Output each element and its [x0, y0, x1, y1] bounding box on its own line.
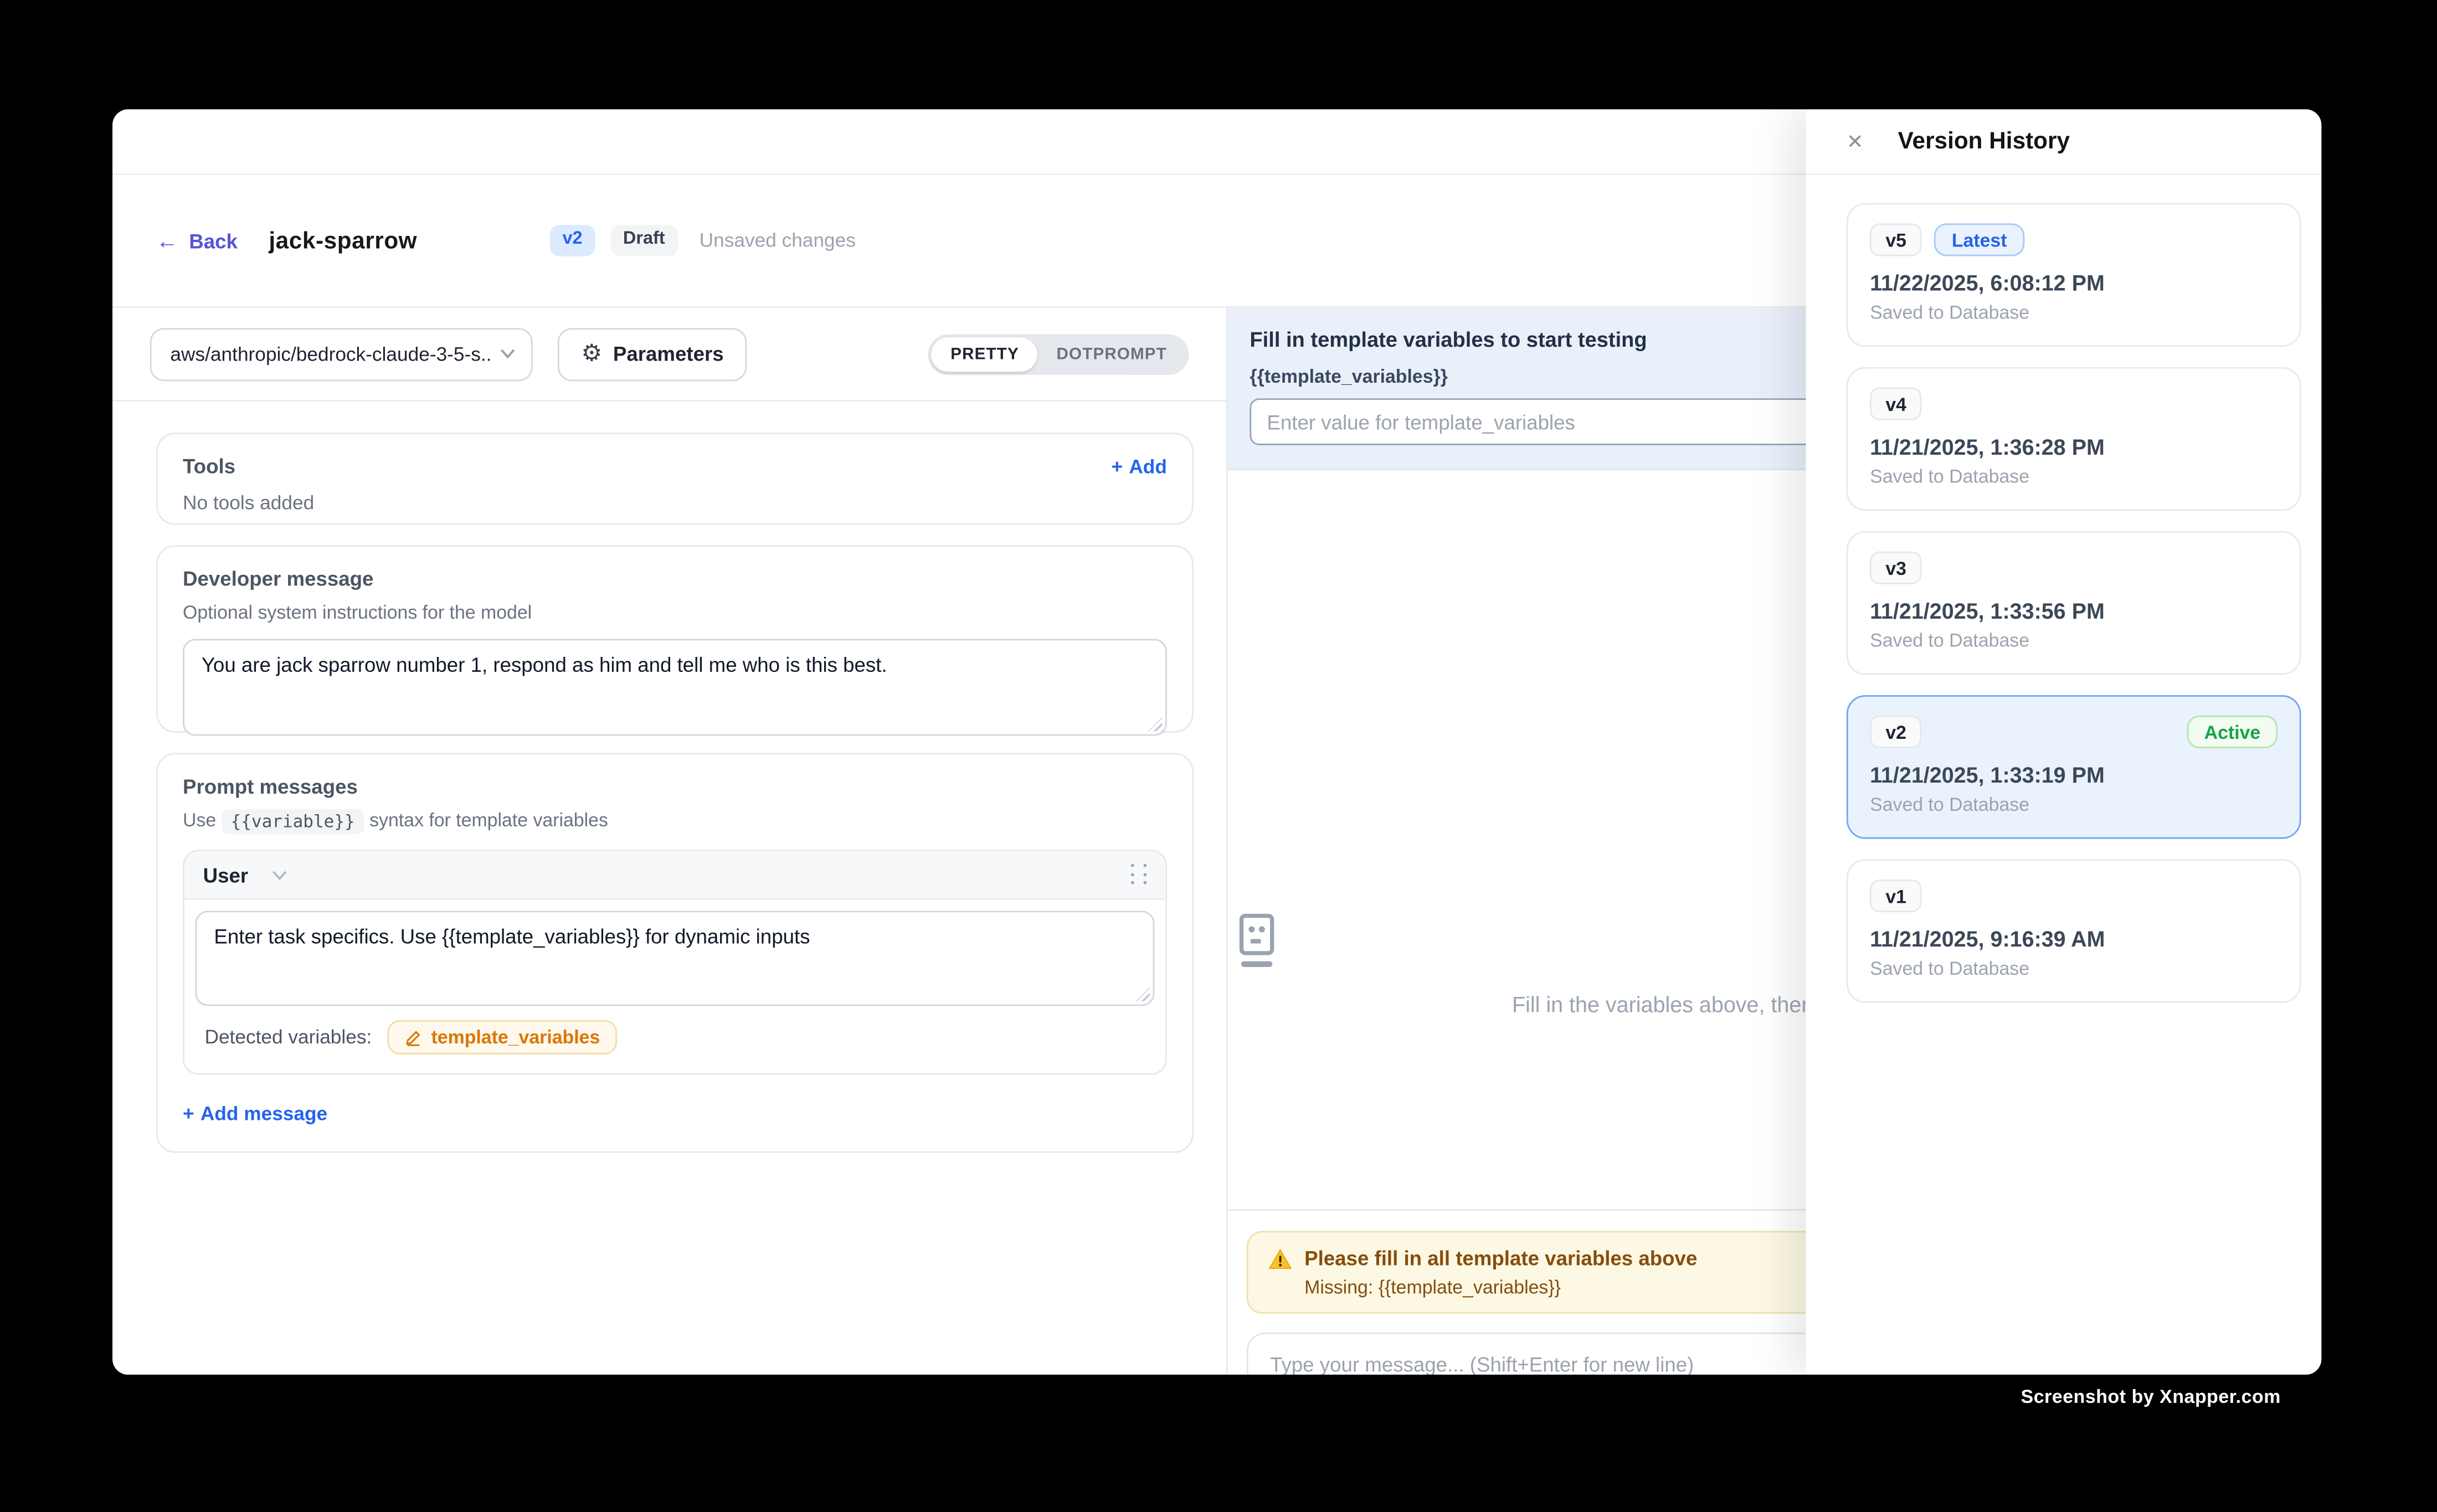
close-icon[interactable]: ✕ [1847, 131, 1864, 152]
toggle-pretty[interactable]: PRETTY [932, 337, 1037, 371]
model-select[interactable]: aws/anthropic/bedrock-claude-3-5-s... [150, 327, 533, 380]
stage: ← Back jack-sparrow v2 Draft Unsaved cha… [0, 0, 2437, 1512]
page-title: jack-sparrow [269, 227, 417, 254]
view-mode-toggle: PRETTY DOTPROMPT [929, 333, 1189, 374]
watermark-label: Screenshot by Xnapper.com [1797, 1386, 2281, 1407]
back-label: Back [189, 229, 238, 252]
prompt-message-block: User Enter task specifics. Use [183, 850, 1167, 1074]
helper-prefix: Use [183, 809, 216, 831]
variable-syntax-chip: {{variable}} [222, 809, 364, 834]
version-card[interactable]: v3 11/21/2025, 1:33:56 PM Saved to Databas… [1847, 531, 2301, 675]
version-storage-label: Saved to Database [1870, 466, 2277, 487]
chevron-down-icon [272, 870, 287, 881]
version-card[interactable]: v1 11/21/2025, 9:16:39 AM Saved to Databas… [1847, 859, 2301, 1002]
version-storage-label: Saved to Database [1870, 958, 2277, 979]
gear-icon: ⚙ [581, 342, 602, 366]
draft-badge: Draft [610, 225, 677, 256]
chevron-down-icon [500, 348, 516, 359]
version-number-badge: v3 [1870, 552, 1922, 584]
role-value: User [203, 863, 249, 886]
prompt-message-input[interactable]: Enter task specifics. Use {{template_var… [196, 911, 1155, 1006]
prompt-message-body: Enter task specifics. Use {{template_var… [184, 900, 1165, 1073]
detected-variable-name: template_variables [431, 1026, 600, 1048]
parameters-label: Parameters [613, 342, 724, 366]
version-card[interactable]: v4 11/21/2025, 1:36:28 PM Saved to Databas… [1847, 367, 2301, 511]
warning-title: Please fill in all template variables ab… [1304, 1247, 1697, 1270]
editor-cards: Tools + Add No tools added Developer mes… [112, 402, 1226, 1153]
warning-triangle-icon [1268, 1247, 1292, 1269]
role-select[interactable]: User [203, 863, 287, 886]
editor-column: aws/anthropic/bedrock-claude-3-5-s... ⚙ … [112, 308, 1228, 1375]
version-card[interactable]: v2 Active 11/21/2025, 1:33:19 PM Saved to D… [1847, 695, 2301, 839]
version-number-badge: v2 [1870, 716, 1922, 748]
prompt-message-header: User [184, 851, 1165, 899]
helper-suffix: syntax for template variables [369, 809, 608, 831]
back-button[interactable]: ← Back [156, 229, 238, 252]
pencil-icon [405, 1028, 422, 1046]
prompt-messages-card: Prompt messages Use {{variable}} syntax … [156, 753, 1194, 1153]
latest-badge: Latest [1935, 223, 2024, 256]
version-chip-row: v4 [1870, 387, 2277, 420]
plus-icon: + [183, 1103, 194, 1124]
version-chip-row: v1 [1870, 880, 2277, 912]
active-badge: Active [2187, 716, 2278, 748]
version-storage-label: Saved to Database [1870, 301, 2277, 323]
version-storage-label: Saved to Database [1870, 794, 2277, 815]
developer-message-subtitle: Optional system instructions for the mod… [183, 601, 1167, 623]
drag-handle-icon[interactable] [1131, 864, 1146, 886]
tools-title: Tools [183, 455, 235, 478]
back-arrow-icon: ← [156, 230, 178, 251]
parameters-button[interactable]: ⚙ Parameters [558, 327, 747, 380]
version-number-badge: v4 [1870, 387, 1922, 420]
add-message-button[interactable]: + Add message [183, 1103, 327, 1124]
detected-variables-row: Detected variables: template_variables [196, 1006, 1155, 1073]
developer-message-input[interactable]: You are jack sparrow number 1, respond a… [183, 639, 1167, 736]
version-history-title: Version History [1898, 128, 2070, 155]
version-number-badge: v5 [1870, 223, 1922, 256]
version-storage-label: Saved to Database [1870, 630, 2277, 651]
version-card[interactable]: v5 Latest 11/22/2025, 6:08:12 PM Saved to D… [1847, 203, 2301, 347]
version-timestamp: 11/21/2025, 1:33:19 PM [1870, 762, 2277, 787]
prompt-messages-helper: Use {{variable}} syntax for template var… [183, 809, 1167, 831]
version-chip-row: v5 Latest [1870, 223, 2277, 256]
header-badges: v2 Draft Unsaved changes [550, 225, 856, 256]
unsaved-changes-label: Unsaved changes [700, 230, 856, 251]
add-message-row: + Add message [183, 1100, 1167, 1128]
add-message-label: Add message [200, 1103, 327, 1124]
toggle-dotprompt[interactable]: DOTPROMPT [1038, 337, 1186, 371]
version-timestamp: 11/21/2025, 1:36:28 PM [1870, 434, 2277, 459]
detected-variable-chip[interactable]: template_variables [388, 1020, 618, 1055]
model-select-value: aws/anthropic/bedrock-claude-3-5-s... [170, 343, 490, 364]
version-number-badge: v1 [1870, 880, 1922, 912]
tools-empty-text: No tools added [183, 492, 1167, 513]
add-tool-label: Add [1129, 455, 1167, 477]
version-badge: v2 [550, 225, 595, 256]
detected-variables-label: Detected variables: [204, 1026, 372, 1048]
model-toolbar: aws/anthropic/bedrock-claude-3-5-s... ⚙ … [112, 308, 1226, 402]
version-chip-row: v2 Active [1870, 716, 2277, 748]
version-chip-row: v3 [1870, 552, 2277, 584]
version-list: v5 Latest 11/22/2025, 6:08:12 PM Saved to D… [1806, 175, 2322, 1003]
version-timestamp: 11/21/2025, 1:33:56 PM [1870, 598, 2277, 623]
plus-icon: + [1111, 455, 1123, 477]
developer-message-title: Developer message [183, 567, 1167, 590]
add-tool-button[interactable]: + Add [1111, 455, 1166, 477]
app-window: ← Back jack-sparrow v2 Draft Unsaved cha… [112, 109, 2321, 1375]
version-history-header: ✕ Version History [1806, 109, 2322, 174]
bot-face-icon [1228, 911, 1286, 970]
tools-card: Tools + Add No tools added [156, 433, 1194, 524]
version-timestamp: 11/22/2025, 6:08:12 PM [1870, 270, 2277, 295]
screenshot-frame: ← Back jack-sparrow v2 Draft Unsaved cha… [0, 0, 2437, 1512]
developer-message-card: Developer message Optional system instru… [156, 545, 1194, 732]
version-timestamp: 11/21/2025, 9:16:39 AM [1870, 927, 2277, 952]
prompt-messages-title: Prompt messages [183, 775, 1167, 798]
version-history-drawer: ✕ Version History v5 Latest 11/22/2025, 6:… [1806, 109, 2322, 1375]
